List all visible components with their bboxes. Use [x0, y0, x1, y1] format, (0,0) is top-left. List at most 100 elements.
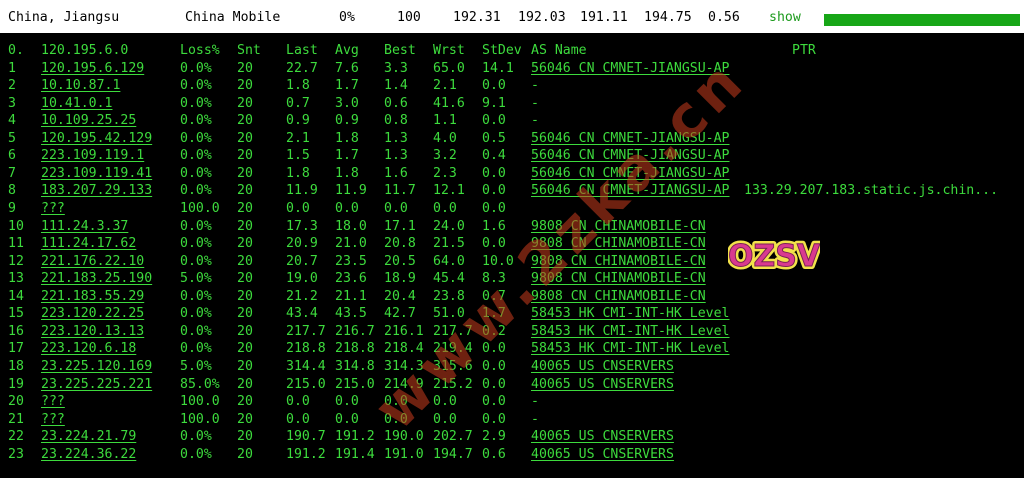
hop-stdev: 0.5: [482, 130, 506, 146]
hop-wrst: 65.0: [433, 60, 465, 76]
hop-last: 0.7: [286, 95, 310, 111]
header-wrst: Wrst: [433, 43, 465, 58]
hop-host: 111.24.17.62: [41, 236, 137, 252]
hop-stdev: 1.7: [482, 306, 506, 322]
header-ptr: PTR: [792, 43, 816, 58]
hop-snt: 20: [237, 271, 253, 287]
hop-avg: 21.1: [335, 288, 367, 304]
hop-as: -: [531, 411, 539, 427]
hop-host: 223.109.119.1: [41, 148, 145, 164]
hop-loss: 0.0%: [180, 130, 212, 146]
hop-stdev: 0.6: [482, 446, 506, 462]
hop-snt: 20: [237, 288, 253, 304]
hop-avg: 0.9: [335, 113, 359, 129]
hop-hop: 1: [8, 60, 16, 76]
hop-loss: 0.0%: [180, 78, 212, 94]
hop-hop: 11: [8, 236, 24, 252]
hop-avg: 3.0: [335, 95, 359, 111]
svg-text:OZSV: OZSV: [728, 239, 820, 274]
hop-last: 20.9: [286, 236, 318, 252]
hop-best: 1.3: [384, 148, 408, 164]
hop-snt: 20: [237, 201, 253, 216]
hop-loss: 100.0: [180, 411, 220, 427]
summary-bar: China, Jiangsu China Mobile 0% 100 192.3…: [0, 0, 1024, 33]
hop-last: 17.3: [286, 218, 318, 234]
summary-worst: 194.75: [644, 10, 692, 25]
hop-avg: 191.2: [335, 429, 375, 445]
hop-as: 9808 CN CHINAMOBILE-CN: [531, 271, 706, 287]
header-last: Last: [286, 43, 318, 58]
hop-as: 40065 US CNSERVERS: [531, 429, 674, 445]
hop-as: 40065 US CNSERVERS: [531, 446, 674, 462]
hop-hop: 22: [8, 429, 24, 445]
header-stdev: StDev: [482, 43, 522, 58]
hop-last: 191.2: [286, 446, 326, 462]
hop-host: 10.10.87.1: [41, 78, 121, 94]
hop-hop: 3: [8, 95, 16, 111]
hop-last: 218.8: [286, 341, 326, 357]
hop-host: 23.224.36.22: [41, 446, 137, 462]
hop-host: ???: [41, 411, 65, 427]
hop-stdev: 0.0: [482, 201, 506, 216]
hop-snt: 20: [237, 323, 253, 339]
hop-as: 40065 US CNSERVERS: [531, 358, 674, 374]
hop-as: 56046 CN CMNET-JIANGSU-AP: [531, 165, 730, 181]
hop-loss: 0.0%: [180, 60, 212, 76]
hop-as: 9808 CN CHINAMOBILE-CN: [531, 288, 706, 304]
hop-as: -: [531, 394, 539, 410]
hop-snt: 20: [237, 165, 253, 181]
hop-best: 18.9: [384, 271, 416, 287]
hop-wrst: 23.8: [433, 288, 465, 304]
hop-snt: 20: [237, 95, 253, 111]
hop-avg: 1.7: [335, 78, 359, 94]
hop-wrst: 194.7: [433, 446, 473, 462]
hop-hop: 7: [8, 165, 16, 181]
hop-avg: 11.9: [335, 183, 367, 199]
hop-avg: 0.0: [335, 411, 359, 427]
hop-stdev: 0.0: [482, 183, 506, 199]
hop-loss: 5.0%: [180, 271, 212, 287]
hop-best: 190.0: [384, 429, 424, 445]
hop-loss: 0.0%: [180, 236, 212, 252]
hop-last: 2.1: [286, 130, 310, 146]
hop-hop: 16: [8, 323, 24, 339]
hop-hop: 13: [8, 271, 24, 287]
hop-stdev: 0.0: [482, 165, 506, 181]
hop-hop: 21: [8, 411, 24, 427]
hop-hop: 17: [8, 341, 24, 357]
hop-stdev: 0.0: [482, 78, 506, 94]
hop-snt: 20: [237, 429, 253, 445]
hop-host: 221.176.22.10: [41, 253, 145, 269]
hop-ptr: 133.29.207.183.static.js.chin...: [744, 183, 999, 199]
hop-loss: 0.0%: [180, 288, 212, 304]
hop-stdev: 0.0: [482, 358, 506, 374]
hop-snt: 20: [237, 446, 253, 462]
show-link[interactable]: show: [769, 10, 801, 26]
hop-stdev: 0.7: [482, 288, 506, 304]
hop-last: 43.4: [286, 306, 318, 322]
hop-last: 1.8: [286, 78, 310, 94]
hop-snt: 20: [237, 376, 253, 392]
hop-as: -: [531, 78, 539, 94]
summary-stdev: 0.56: [708, 10, 740, 25]
hop-stdev: 0.0: [482, 113, 506, 129]
hop-stdev: 2.9: [482, 429, 506, 445]
hop-stdev: 0.2: [482, 323, 506, 339]
hop-host: 120.195.6.129: [41, 60, 145, 76]
hop-best: 216.1: [384, 323, 424, 339]
location-label: China, Jiangsu: [8, 10, 120, 25]
hop-avg: 43.5: [335, 306, 367, 322]
header-as-name: AS Name: [531, 43, 587, 58]
hop-last: 0.0: [286, 394, 310, 410]
hop-stdev: 0.0: [482, 376, 506, 392]
summary-avg: 192.03: [518, 10, 566, 25]
hop-loss: 0.0%: [180, 148, 212, 164]
hop-loss: 0.0%: [180, 183, 212, 199]
summary-last: 192.31: [453, 10, 501, 25]
hop-best: 42.7: [384, 306, 416, 322]
hop-last: 22.7: [286, 60, 318, 76]
hop-stdev: 1.6: [482, 218, 506, 234]
hop-avg: 314.8: [335, 358, 375, 374]
hop-last: 314.4: [286, 358, 326, 374]
hop-loss: 100.0: [180, 394, 220, 410]
